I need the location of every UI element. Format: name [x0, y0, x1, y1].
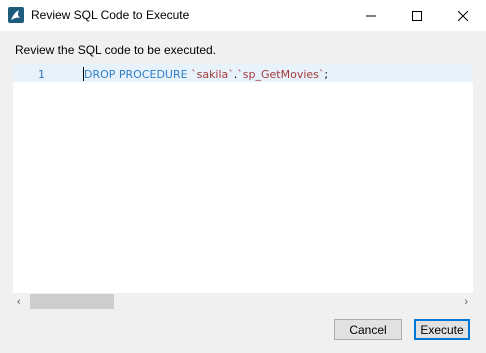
- title-bar: Review SQL Code to Execute: [0, 0, 486, 31]
- execute-button[interactable]: Execute: [414, 319, 470, 340]
- scrollbar-thumb[interactable]: [30, 294, 114, 309]
- close-button[interactable]: [440, 0, 486, 31]
- sql-semicolon: ;: [324, 68, 329, 81]
- scroll-left-arrow-icon[interactable]: ‹: [17, 296, 21, 308]
- maximize-icon: [412, 10, 422, 21]
- window-title: Review SQL Code to Execute: [31, 8, 190, 22]
- minimize-icon: [366, 15, 376, 16]
- current-line-highlight: 1 DROP PROCEDURE `sakila`.`sp_GetMovies`…: [13, 64, 473, 82]
- code-line[interactable]: DROP PROCEDURE `sakila`.`sp_GetMovies`;: [84, 68, 328, 81]
- instructions-label: Review the SQL code to be executed.: [15, 43, 217, 57]
- scroll-right-arrow-icon[interactable]: ›: [464, 296, 468, 308]
- sql-identifier-procedure: `sp_GetMovies`: [237, 68, 325, 81]
- mysql-workbench-dolphin-icon: [8, 7, 24, 23]
- close-icon: [458, 10, 468, 21]
- line-number: 1: [38, 68, 45, 81]
- maximize-button[interactable]: [394, 0, 440, 31]
- sql-keyword: DROP PROCEDURE: [84, 68, 188, 81]
- sql-editor[interactable]: 1 DROP PROCEDURE `sakila`.`sp_GetMovies`…: [13, 64, 473, 293]
- horizontal-scrollbar[interactable]: ‹ ›: [13, 293, 473, 310]
- sql-identifier-schema: `sakila`: [191, 68, 234, 81]
- cancel-button[interactable]: Cancel: [334, 319, 402, 340]
- minimize-button[interactable]: [348, 0, 394, 31]
